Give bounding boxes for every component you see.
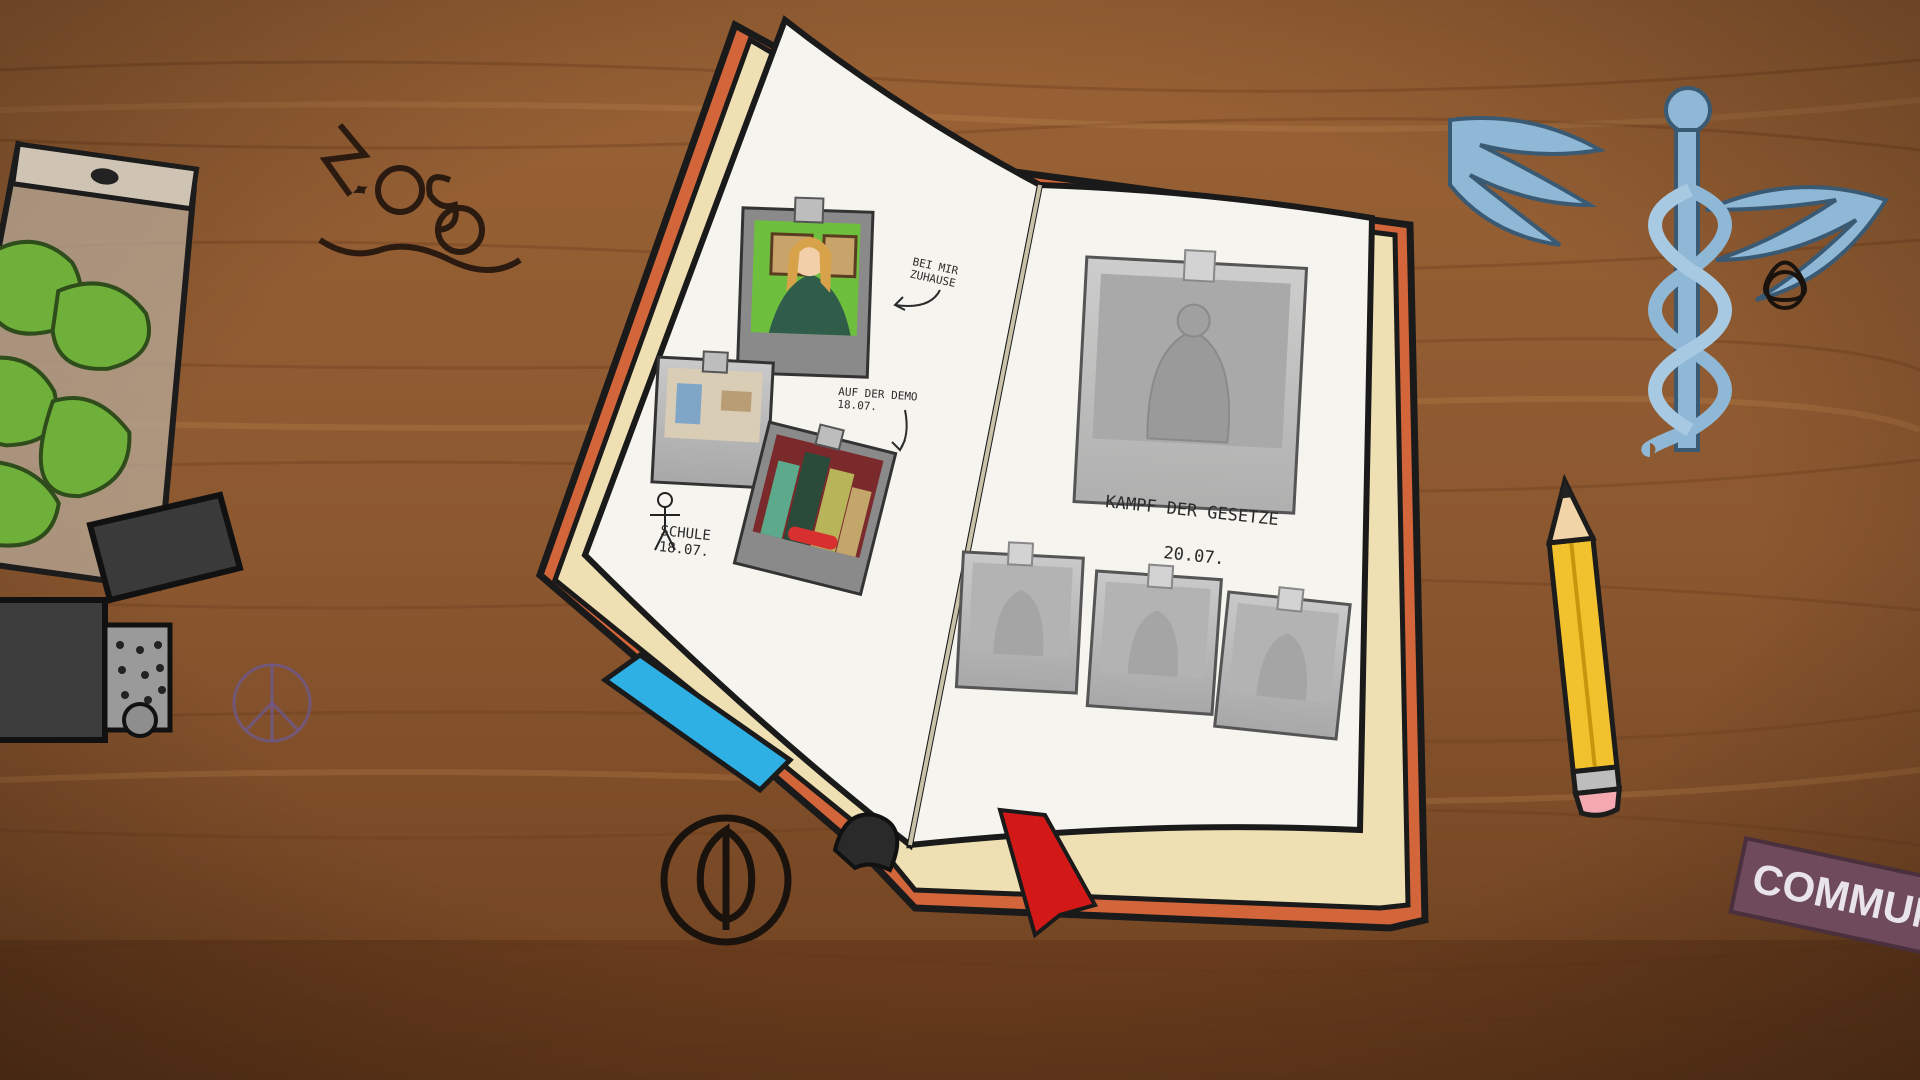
photo-school[interactable] — [650, 349, 775, 490]
caption-school: SCHULE18.07. — [658, 523, 712, 560]
photo-home[interactable] — [735, 196, 875, 379]
caption-school-text: SCHULE18.07. — [658, 523, 712, 560]
photo-statue-3[interactable] — [1213, 582, 1352, 741]
photo-kampf-main[interactable] — [1072, 245, 1309, 515]
zoso-text: ZOSO — [360, 189, 363, 191]
photo-statue-1[interactable] — [954, 540, 1085, 695]
game-scene: ZOSO COMMUN BEI MIRZUHAUSE SCHULE18.07. … — [0, 0, 1920, 1080]
photo-statue-2[interactable] — [1085, 561, 1223, 716]
